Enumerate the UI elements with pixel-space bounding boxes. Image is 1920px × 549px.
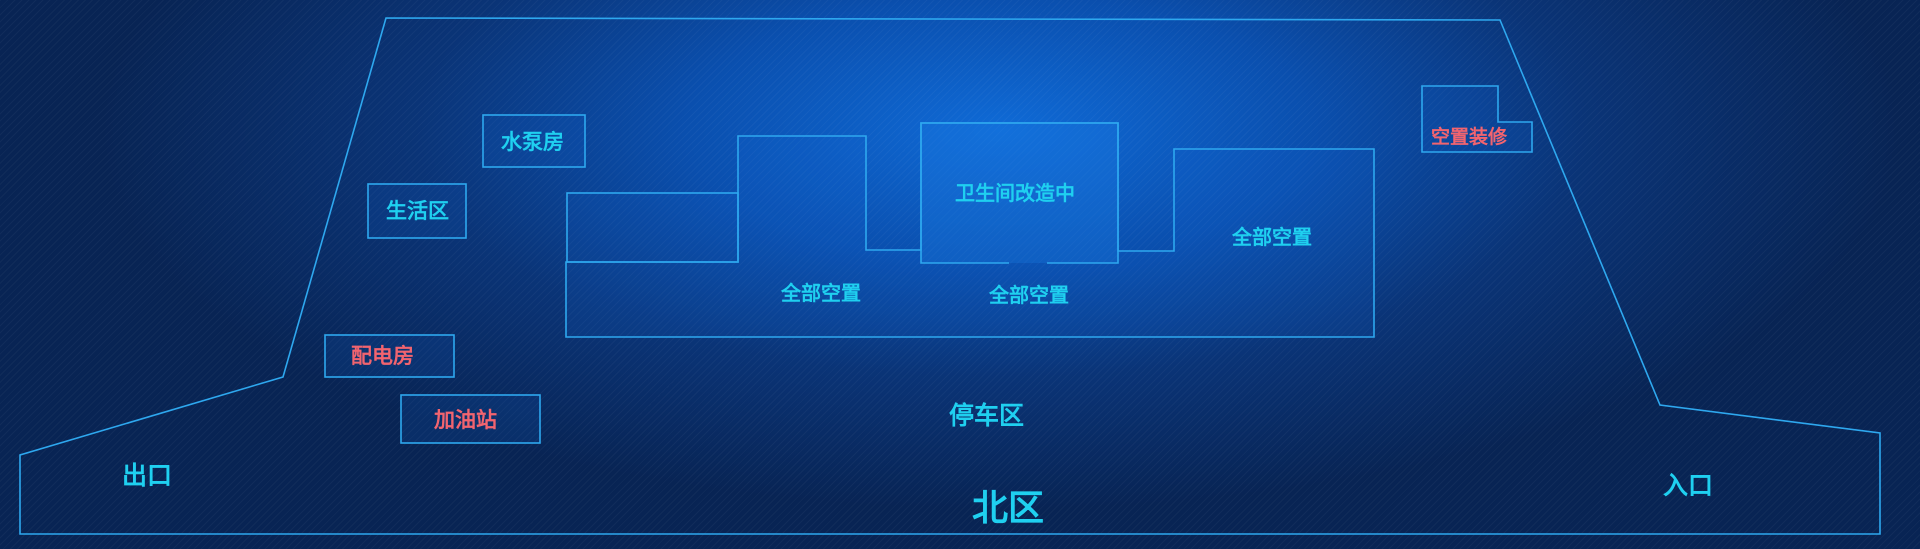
parking-label: 停车区 [949,401,1025,430]
pump-room-label: 水泵房 [501,130,564,154]
site-map [19,17,1881,535]
vacant-right-label: 全部空置 [1232,225,1312,249]
entrance-label: 入口 [1663,471,1714,500]
region-title: 北区 [972,488,1045,529]
vacant-renovation-label: 空置装修 [1431,126,1508,148]
vacant-left-label: 全部空置 [781,281,861,305]
left-annex[interactable] [566,192,739,263]
bathroom-renovation-label: 卫生间改造中 [955,181,1075,205]
exit-label: 出口 [122,461,173,490]
gas-station-label: 加油站 [434,408,497,432]
living-area-label: 生活区 [386,199,449,223]
vacant-middle-label: 全部空置 [989,283,1069,307]
power-room-label: 配电房 [351,344,414,368]
